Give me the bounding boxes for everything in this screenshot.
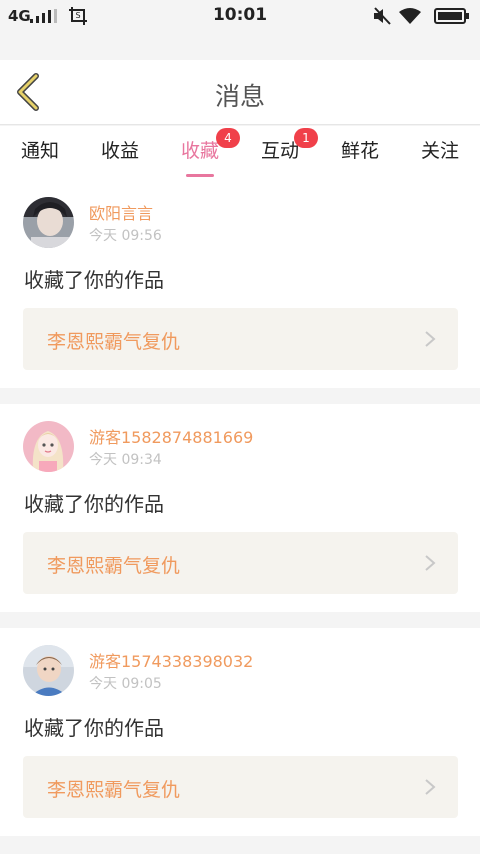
- message-text: 收藏了你的作品: [24, 492, 164, 516]
- message-text: 收藏了你的作品: [24, 716, 164, 740]
- tab-earnings[interactable]: 收益: [80, 136, 160, 163]
- unread-badge: 1: [294, 128, 318, 148]
- message-card: 游客1574338398032 今天 09:05 收藏了你的作品 李恩熙霸气复仇: [0, 628, 480, 836]
- work-link[interactable]: 李恩熙霸气复仇: [23, 756, 458, 818]
- message-card: 欧阳言言 今天 09:56 收藏了你的作品 李恩熙霸气复仇: [0, 180, 480, 388]
- work-title: 李恩熙霸气复仇: [47, 555, 181, 577]
- tab-flowers[interactable]: 鲜花: [320, 136, 400, 163]
- chevron-right-icon: [425, 555, 436, 571]
- tab-label: 鲜花: [340, 140, 379, 162]
- tab-label: 收藏: [180, 140, 219, 162]
- avatar[interactable]: [23, 645, 74, 696]
- message-text: 收藏了你的作品: [24, 268, 164, 292]
- tab-bar: 通知 收益 收藏 4 互动 1 鲜花 关注: [0, 126, 480, 180]
- mute-icon: [374, 7, 391, 25]
- header: 消息: [0, 60, 480, 125]
- work-title: 李恩熙霸气复仇: [47, 779, 181, 801]
- active-tab-indicator: [186, 174, 214, 177]
- username[interactable]: 欧阳言言: [89, 200, 153, 224]
- chevron-right-icon: [425, 331, 436, 347]
- work-link[interactable]: 李恩熙霸气复仇: [23, 532, 458, 594]
- battery-icon: [434, 8, 469, 24]
- tab-label: 关注: [420, 140, 459, 162]
- work-link[interactable]: 李恩熙霸气复仇: [23, 308, 458, 370]
- username[interactable]: 游客1574338398032: [89, 648, 253, 672]
- username[interactable]: 游客1582874881669: [89, 424, 253, 448]
- tab-notifications[interactable]: 通知: [0, 136, 80, 163]
- status-bar: 4G S 10:01: [0, 0, 480, 32]
- tab-label: 收益: [100, 140, 139, 162]
- avatar[interactable]: [23, 421, 74, 472]
- tab-favorites[interactable]: 收藏 4: [160, 128, 240, 177]
- unread-badge: 4: [216, 128, 240, 148]
- tab-interactions[interactable]: 互动 1: [240, 128, 320, 163]
- tab-label: 通知: [20, 140, 59, 162]
- avatar[interactable]: [23, 197, 74, 248]
- wifi-icon: [399, 8, 421, 24]
- timestamp: 今天 09:34: [89, 452, 162, 468]
- chevron-right-icon: [425, 779, 436, 795]
- page-title: 消息: [214, 82, 265, 111]
- timestamp: 今天 09:56: [89, 228, 162, 244]
- work-title: 李恩熙霸气复仇: [47, 331, 181, 353]
- tab-label: 互动: [260, 140, 299, 162]
- message-card: 游客1582874881669 今天 09:34 收藏了你的作品 李恩熙霸气复仇: [0, 404, 480, 612]
- tab-following[interactable]: 关注: [400, 136, 480, 163]
- timestamp: 今天 09:05: [89, 676, 162, 692]
